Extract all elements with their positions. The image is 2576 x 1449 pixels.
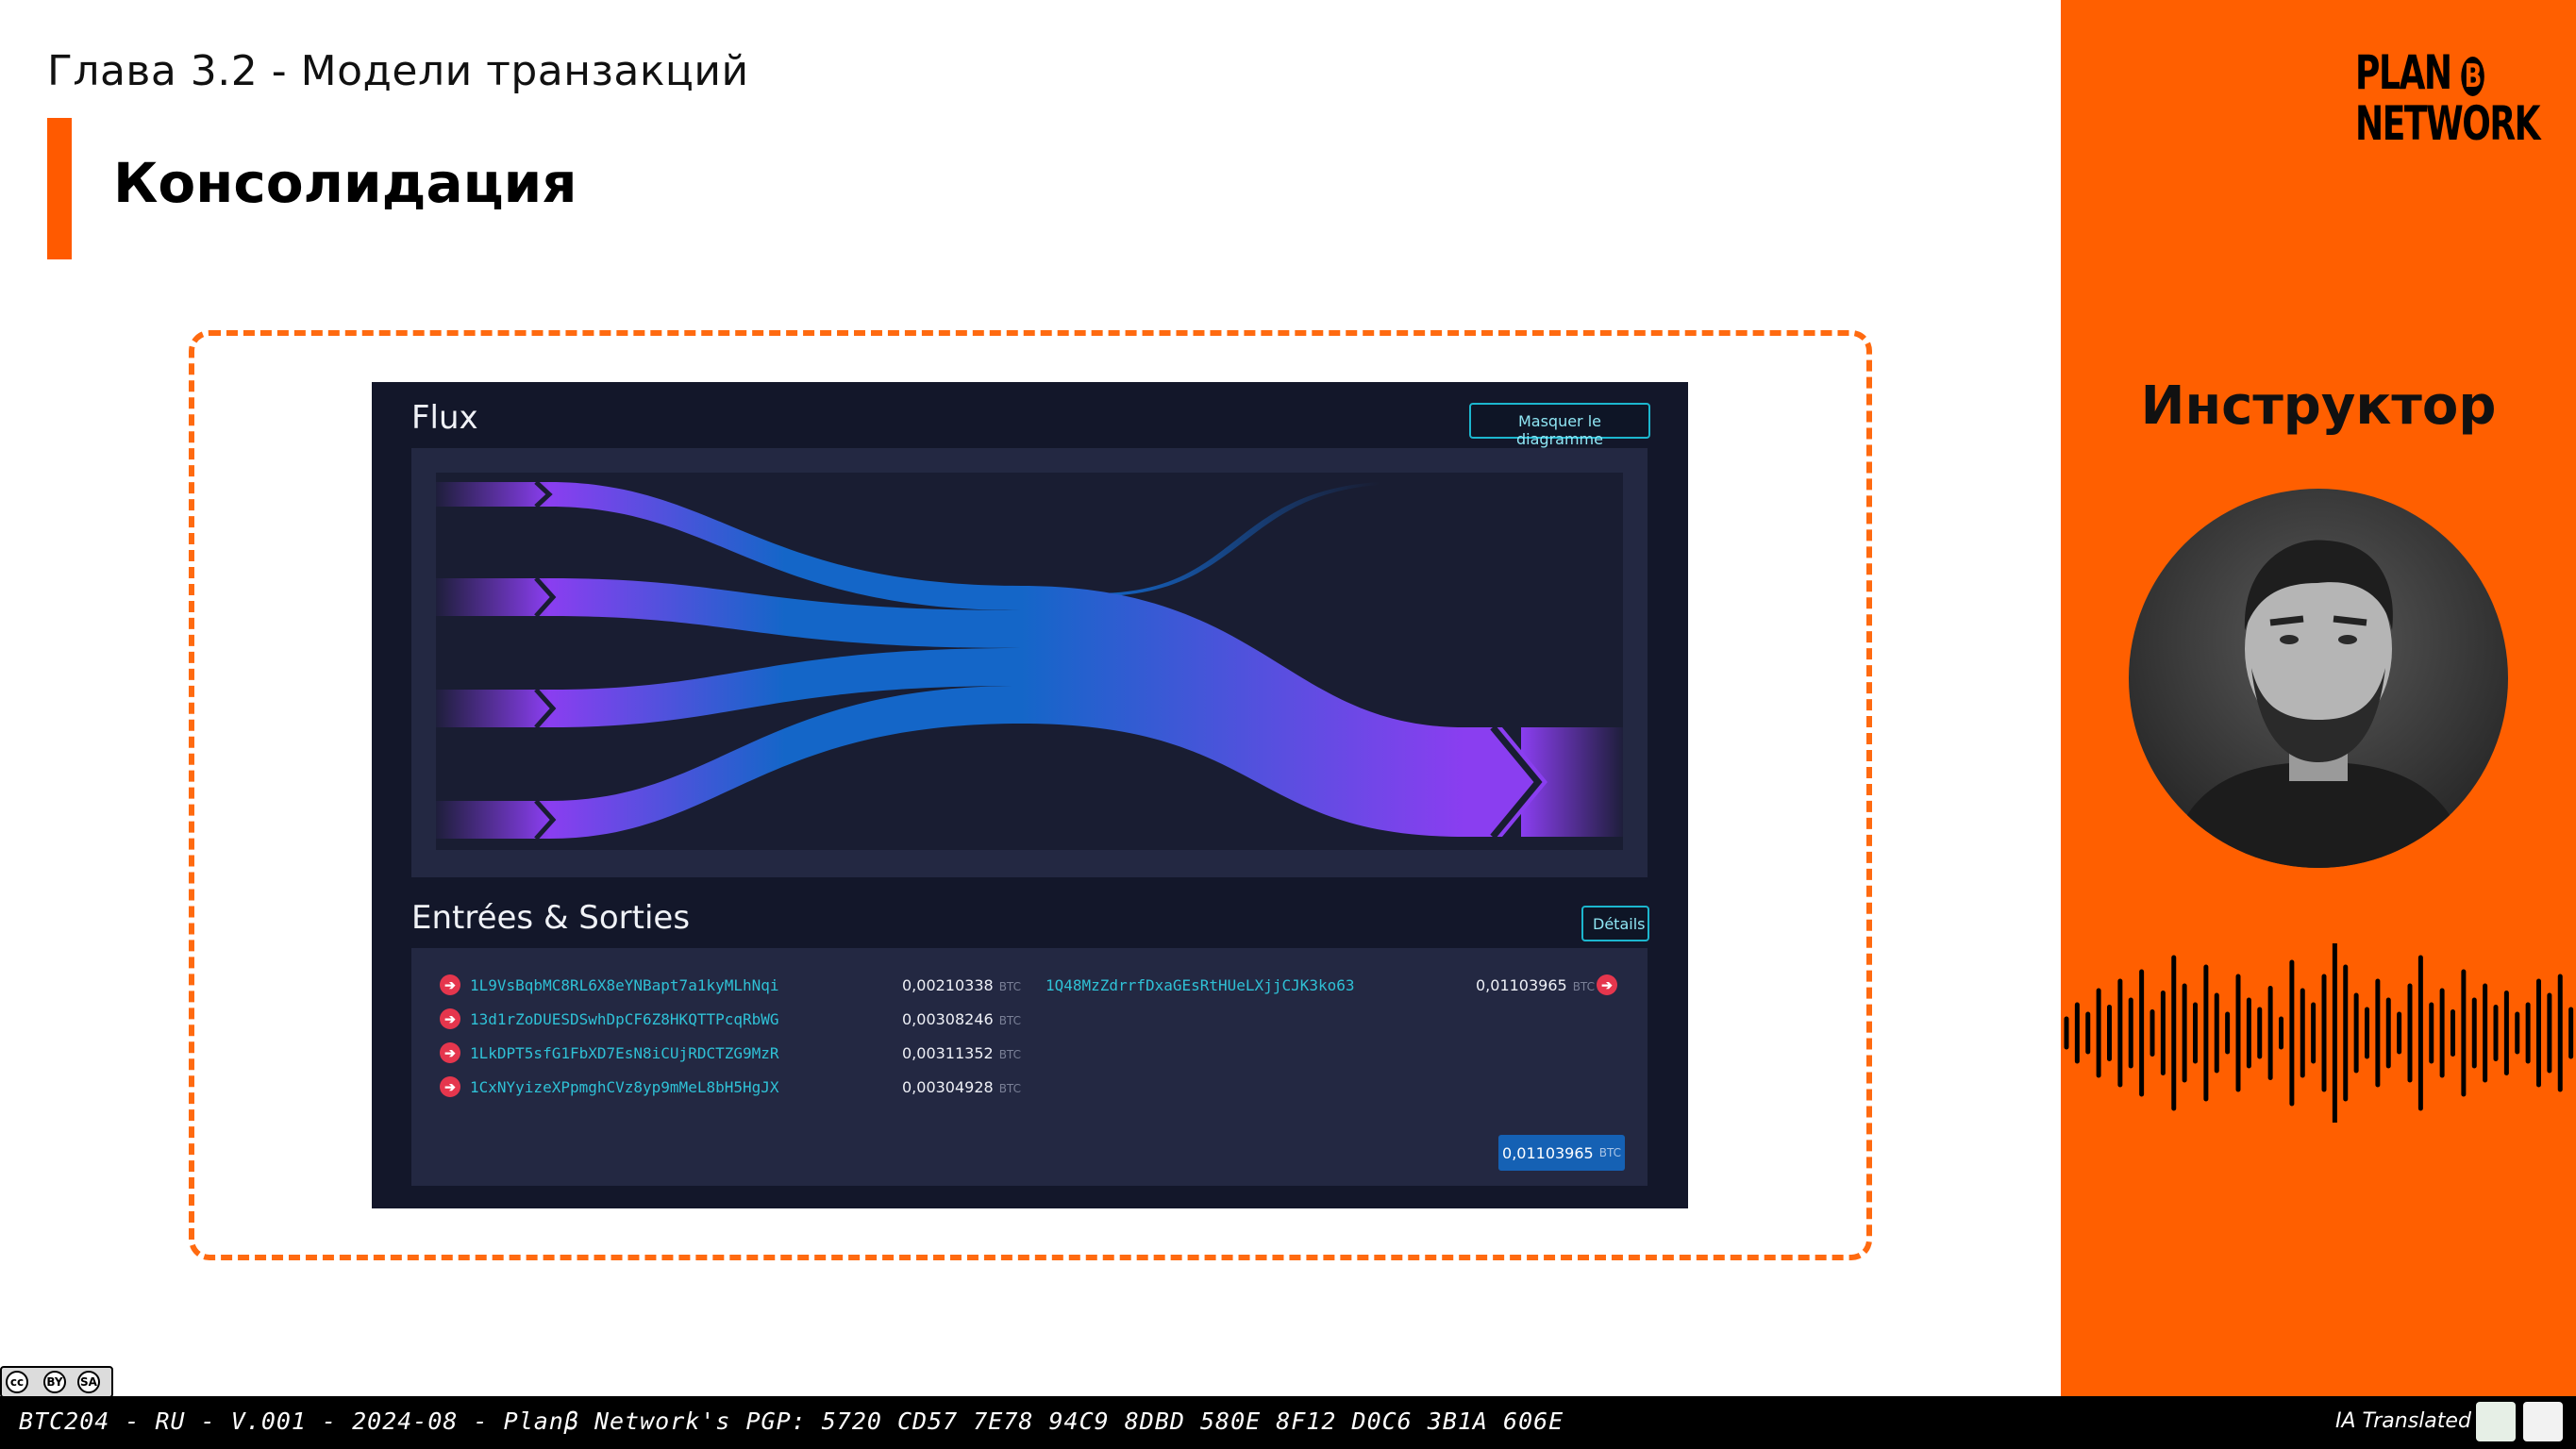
- arrow-right-icon[interactable]: ➔: [440, 1076, 460, 1097]
- total-amount-button[interactable]: 0,01103965 BTC: [1498, 1135, 1625, 1171]
- arrow-right-icon[interactable]: ➔: [440, 1008, 460, 1029]
- input-row[interactable]: ➔ 1CxNYyizeXPpmghCVz8yp9mMeL8bH5HgJX: [440, 1074, 779, 1100]
- output-address[interactable]: 1Q48MzZdrrfDxaGEsRtHUeLXjjCJK3ko63: [1045, 976, 1355, 994]
- io-panel: ➔ 1L9VsBqbMC8RL6X8eYNBapt7a1kyMLhNqi 0,0…: [411, 948, 1648, 1186]
- input-amount: 0,00304928 BTC: [902, 1078, 1021, 1096]
- translator-icon: [2523, 1402, 2563, 1441]
- accent-bar: [47, 118, 72, 259]
- sankey-diagram: [436, 473, 1623, 850]
- planb-logo: PLAN B NETWORK: [2355, 45, 2541, 151]
- details-button[interactable]: Détails: [1581, 906, 1649, 941]
- cc-license-badge: cc BY SA: [0, 1366, 113, 1398]
- arrow-right-icon[interactable]: ➔: [440, 1042, 460, 1063]
- output-amount: 0,01103965 BTC: [1476, 976, 1595, 994]
- instructor-sidebar: PLAN B NETWORK Инструктор: [2061, 0, 2576, 1396]
- fee-flow: [1096, 482, 1380, 596]
- input-row[interactable]: ➔ 13d1rZoDUESDSwhDpCF6Z8HKQTTPcqRbWG: [440, 1006, 779, 1032]
- instructor-avatar: [2129, 489, 2508, 868]
- slide-title: Консолидация: [113, 151, 577, 215]
- input-row[interactable]: ➔ 1LkDPT5sfG1FbXD7EsN8iCUjRDCTZG9MzR: [440, 1040, 779, 1066]
- footer-meta: BTC204 - RU - V.001 - 2024-08 - Planβ Ne…: [19, 1407, 1564, 1435]
- flux-panel: [411, 448, 1648, 877]
- input-amount: 0,00308246 BTC: [902, 1010, 1021, 1028]
- audio-waveform-icon: [2064, 943, 2574, 1123]
- input-amount: 0,00311352 BTC: [902, 1044, 1021, 1062]
- input-stub-2: [436, 578, 549, 616]
- input-amount: 0,00210338 BTC: [902, 976, 1021, 994]
- chapter-title: Глава 3.2 - Модели транзакций: [47, 47, 749, 95]
- io-heading: Entrées & Sorties: [411, 899, 691, 937]
- instructor-photo: [2166, 540, 2470, 868]
- flux-heading: Flux: [411, 399, 478, 437]
- output-row[interactable]: 1Q48MzZdrrfDxaGEsRtHUeLXjjCJK3ko63: [1045, 972, 1355, 998]
- input-stub-3: [436, 690, 549, 727]
- sankey-svg: [436, 480, 1623, 841]
- arrow-right-icon[interactable]: ➔: [1597, 974, 1617, 995]
- input-address[interactable]: 1L9VsBqbMC8RL6X8eYNBapt7a1kyMLhNqi: [470, 976, 779, 994]
- input-row[interactable]: ➔ 1L9VsBqbMC8RL6X8eYNBapt7a1kyMLhNqi: [440, 972, 779, 998]
- ia-translated-label: IA Translated: [2335, 1409, 2471, 1433]
- arrow-right-icon[interactable]: ➔: [440, 974, 460, 995]
- input-address[interactable]: 13d1rZoDUESDSwhDpCF6Z8HKQTTPcqRbWG: [470, 1010, 779, 1028]
- input-address[interactable]: 1LkDPT5sfG1FbXD7EsN8iCUjRDCTZG9MzR: [470, 1044, 779, 1062]
- input-stub-1: [436, 482, 549, 507]
- output-flow: [1021, 586, 1464, 837]
- openai-icon: [2476, 1402, 2516, 1441]
- instructor-label: Инструктор: [2140, 375, 2497, 437]
- input-stub-4: [436, 801, 549, 839]
- transaction-viewer: Flux Masquer le diagramme Entrées & Sort…: [372, 382, 1688, 1208]
- input-address[interactable]: 1CxNYyizeXPpmghCVz8yp9mMeL8bH5HgJX: [470, 1078, 779, 1096]
- footer-bar: BTC204 - RU - V.001 - 2024-08 - Planβ Ne…: [0, 1396, 2576, 1449]
- hide-diagram-button[interactable]: Masquer le diagramme: [1469, 403, 1650, 448]
